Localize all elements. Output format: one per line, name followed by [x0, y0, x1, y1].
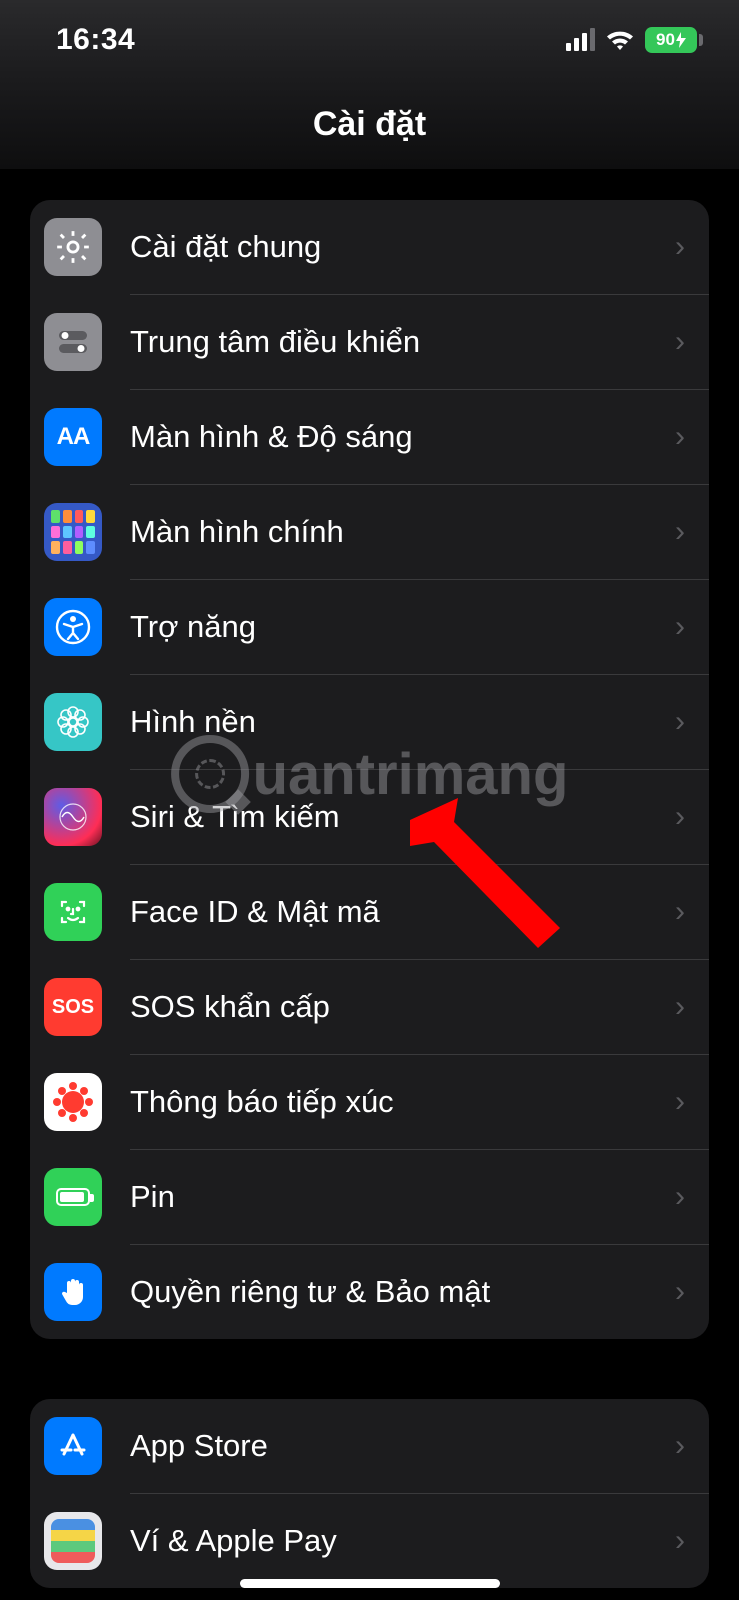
- chevron-right-icon: ›: [675, 1524, 685, 1558]
- chevron-right-icon: ›: [675, 1180, 685, 1214]
- status-bar: 16:34 90: [0, 0, 739, 80]
- hand-icon: [44, 1263, 102, 1321]
- row-privacy-security[interactable]: Quyền riêng tư & Bảo mật ›: [30, 1245, 709, 1339]
- chevron-right-icon: ›: [675, 1429, 685, 1463]
- status-right: 90: [566, 27, 703, 53]
- row-label: App Store: [130, 1428, 675, 1464]
- row-label: Ví & Apple Pay: [130, 1523, 675, 1559]
- row-accessibility[interactable]: Trợ năng ›: [30, 580, 709, 674]
- row-label: Pin: [130, 1179, 675, 1215]
- row-battery[interactable]: Pin ›: [30, 1150, 709, 1244]
- settings-group-1: Cài đặt chung › Trung tâm điều khiển › A…: [30, 200, 709, 1339]
- row-label: Thông báo tiếp xúc: [130, 1084, 675, 1120]
- text-size-icon: AA: [44, 408, 102, 466]
- battery-row-icon: [44, 1168, 102, 1226]
- row-faceid-passcode[interactable]: Face ID & Mật mã ›: [30, 865, 709, 959]
- row-label: Quyền riêng tư & Bảo mật: [130, 1274, 675, 1310]
- row-label: Màn hình & Độ sáng: [130, 419, 675, 455]
- app-grid-icon: [44, 503, 102, 561]
- battery-icon: 90: [645, 27, 703, 53]
- chevron-right-icon: ›: [675, 1275, 685, 1309]
- home-indicator[interactable]: [240, 1579, 500, 1588]
- chevron-right-icon: ›: [675, 325, 685, 359]
- row-control-center[interactable]: Trung tâm điều khiển ›: [30, 295, 709, 389]
- chevron-right-icon: ›: [675, 800, 685, 834]
- row-label: Face ID & Mật mã: [130, 894, 675, 930]
- accessibility-icon: [44, 598, 102, 656]
- icon-text: SOS: [52, 996, 94, 1019]
- cellular-icon: [566, 29, 595, 51]
- chevron-right-icon: ›: [675, 1085, 685, 1119]
- chevron-right-icon: ›: [675, 230, 685, 264]
- wallet-icon: [44, 1512, 102, 1570]
- chevron-right-icon: ›: [675, 420, 685, 454]
- row-app-store[interactable]: App Store ›: [30, 1399, 709, 1493]
- row-general[interactable]: Cài đặt chung ›: [30, 200, 709, 294]
- chevron-right-icon: ›: [675, 610, 685, 644]
- battery-percent: 90: [656, 30, 675, 50]
- row-label: SOS khẩn cấp: [130, 989, 675, 1025]
- row-display-brightness[interactable]: AA Màn hình & Độ sáng ›: [30, 390, 709, 484]
- chevron-right-icon: ›: [675, 705, 685, 739]
- row-wallet-applepay[interactable]: Ví & Apple Pay ›: [30, 1494, 709, 1588]
- row-label: Trung tâm điều khiển: [130, 324, 675, 360]
- wifi-icon: [605, 29, 635, 51]
- row-exposure-notification[interactable]: Thông báo tiếp xúc ›: [30, 1055, 709, 1149]
- row-label: Trợ năng: [130, 609, 675, 645]
- row-emergency-sos[interactable]: SOS SOS khẩn cấp ›: [30, 960, 709, 1054]
- faceid-icon: [44, 883, 102, 941]
- row-wallpaper[interactable]: Hình nền ›: [30, 675, 709, 769]
- annotation-arrow-icon: [410, 798, 570, 963]
- chevron-right-icon: ›: [675, 990, 685, 1024]
- appstore-icon: [44, 1417, 102, 1475]
- chevron-right-icon: ›: [675, 515, 685, 549]
- row-label: Cài đặt chung: [130, 229, 675, 265]
- chevron-right-icon: ›: [675, 895, 685, 929]
- settings-group-2: App Store › Ví & Apple Pay ›: [30, 1399, 709, 1588]
- row-siri-search[interactable]: Siri & Tìm kiếm ›: [30, 770, 709, 864]
- sos-icon: SOS: [44, 978, 102, 1036]
- toggles-icon: [44, 313, 102, 371]
- gear-icon: [44, 218, 102, 276]
- siri-icon: [44, 788, 102, 846]
- exposure-icon: [44, 1073, 102, 1131]
- icon-text: AA: [57, 423, 90, 451]
- row-home-screen[interactable]: Màn hình chính ›: [30, 485, 709, 579]
- page-title: Cài đặt: [0, 80, 739, 170]
- status-time: 16:34: [56, 23, 135, 57]
- row-label: Màn hình chính: [130, 514, 675, 550]
- row-label: Siri & Tìm kiếm: [130, 799, 675, 835]
- flower-icon: [44, 693, 102, 751]
- settings-content: Cài đặt chung › Trung tâm điều khiển › A…: [30, 200, 709, 1600]
- row-label: Hình nền: [130, 704, 675, 740]
